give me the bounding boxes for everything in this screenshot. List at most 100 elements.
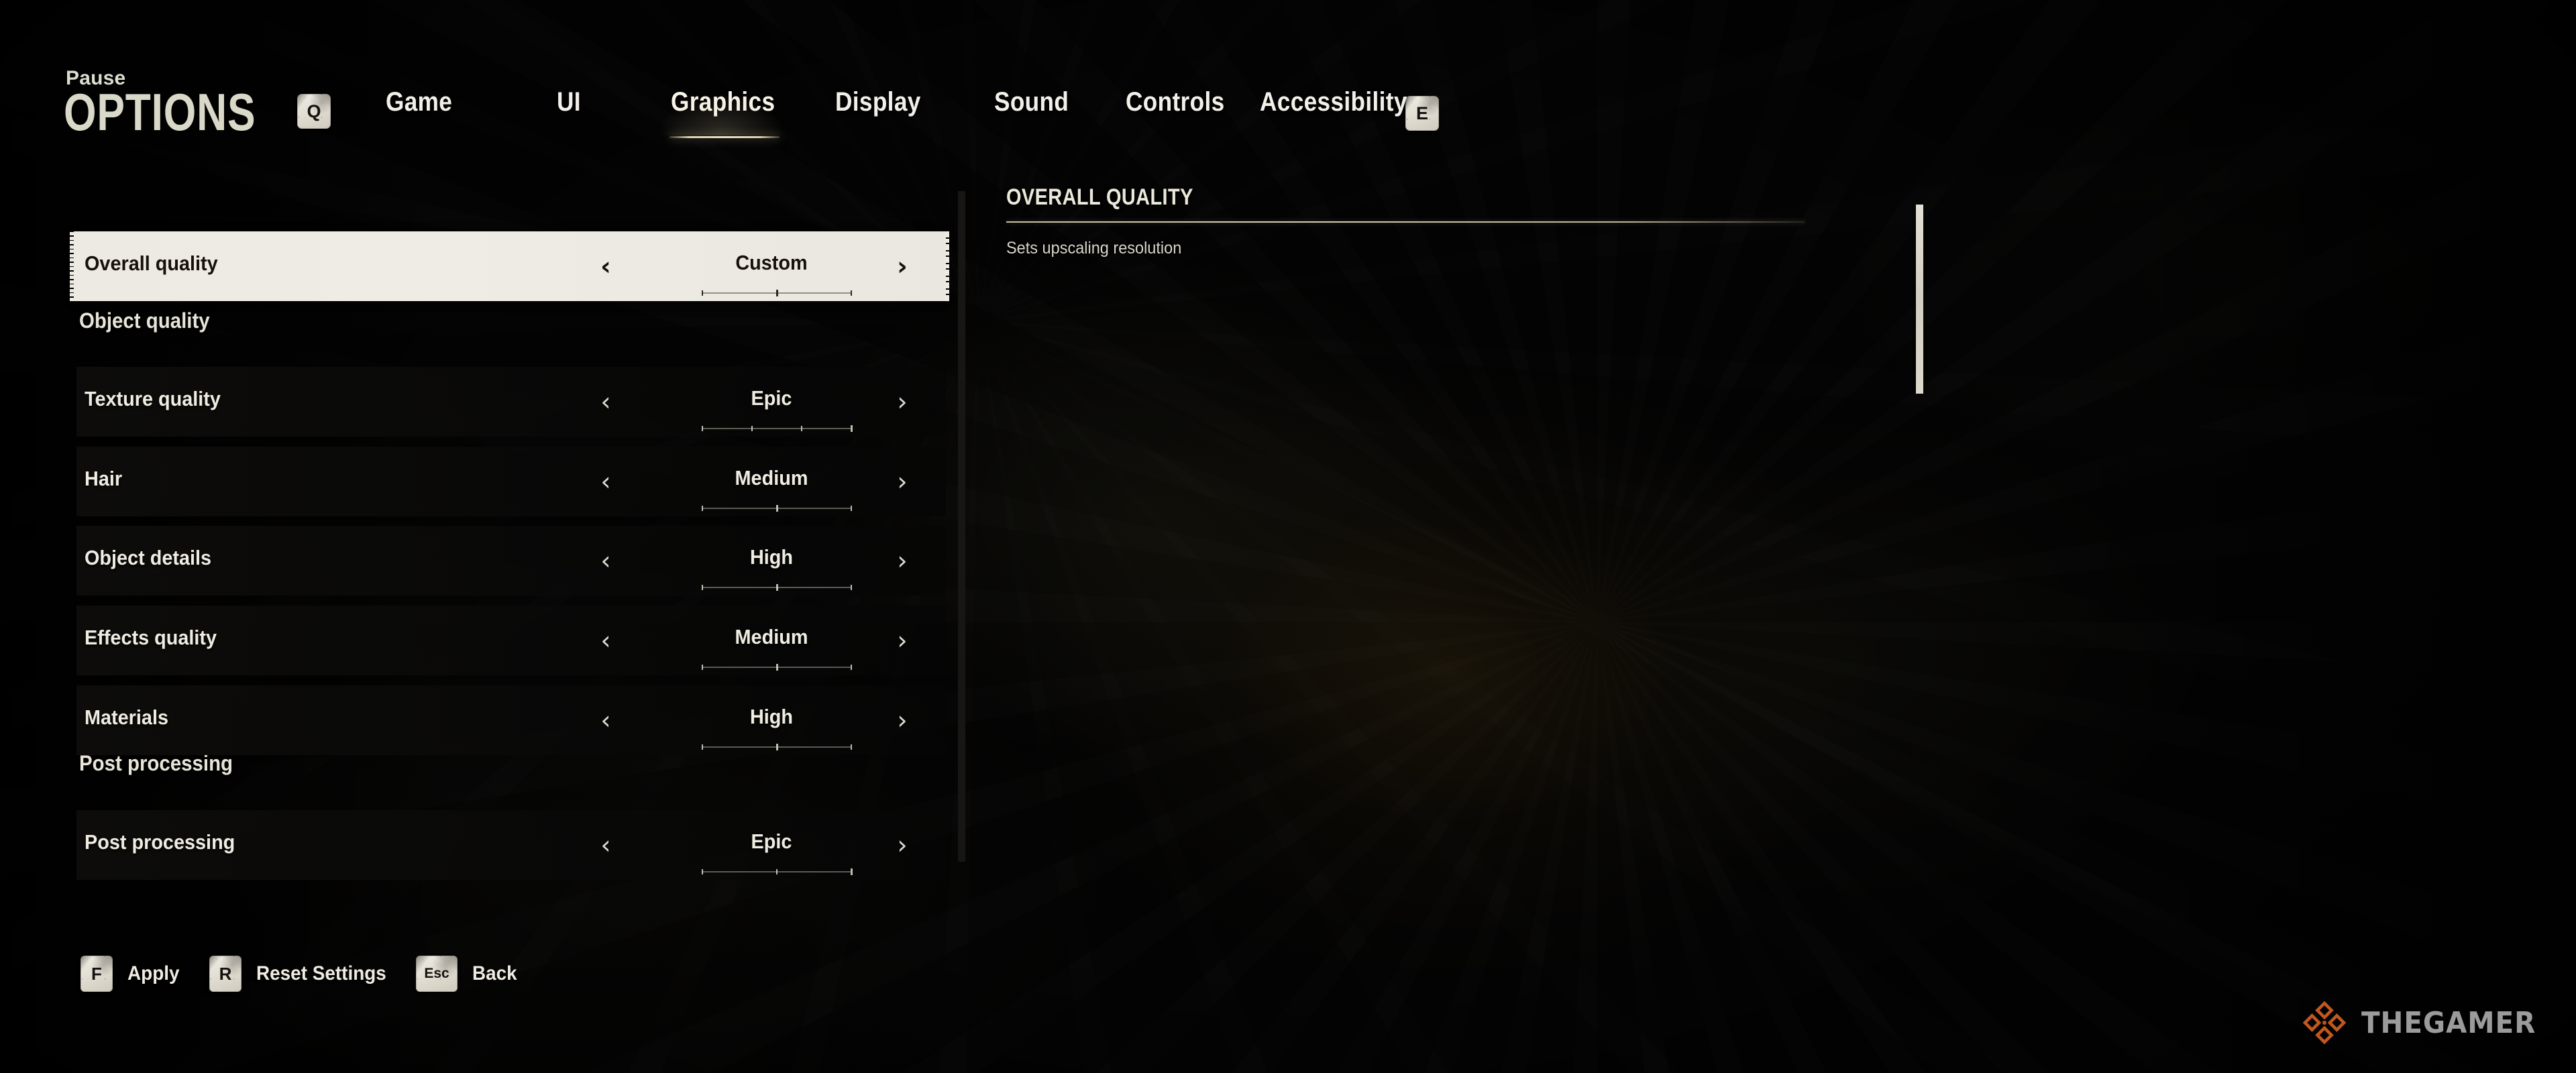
chevron-right-icon[interactable]: › <box>887 828 918 862</box>
action-apply[interactable]: F Apply <box>80 956 183 992</box>
action-reset-settings[interactable]: R Reset Settings <box>209 956 396 992</box>
chevron-right-icon[interactable]: › <box>887 703 918 738</box>
setting-value: Medium <box>735 625 808 648</box>
step-tick <box>851 744 852 750</box>
step-tick <box>751 426 753 431</box>
tab-accessibility[interactable]: Accessibility <box>1260 87 1407 117</box>
setting-row[interactable]: Post processing ‹ Epic › <box>0 810 946 880</box>
keycap-label: R <box>219 964 232 984</box>
setting-label: Overall quality <box>85 251 218 275</box>
step-tick <box>702 869 703 874</box>
setting-value: Epic <box>751 386 792 410</box>
step-tick <box>851 665 852 670</box>
setting-label: Materials <box>85 705 168 729</box>
next-tab-key-label: E <box>1415 103 1428 123</box>
description-title: OVERALL QUALITY <box>1006 184 1193 210</box>
step-indicator <box>702 744 852 750</box>
active-tab-underline <box>669 136 780 138</box>
options-screen: Pause OPTIONS Q E Game UI Graphics Display S… <box>0 0 2576 1073</box>
chevron-left-icon[interactable]: ‹ <box>590 828 621 862</box>
tab-label: UI <box>557 87 581 117</box>
step-tick <box>776 584 778 591</box>
tab-display[interactable]: Display <box>835 87 921 117</box>
settings-scrollbar-track[interactable] <box>958 191 1923 862</box>
tab-graphics[interactable]: Graphics <box>671 87 775 117</box>
setting-row[interactable]: Hair ‹ Medium › <box>0 447 946 516</box>
setting-row[interactable]: Object details ‹ High › <box>0 526 946 596</box>
tab-label: Controls <box>1126 87 1225 117</box>
step-indicator <box>702 584 852 591</box>
tab-label: Game <box>386 87 453 117</box>
description-panel: OVERALL QUALITY Sets upscaling resolutio… <box>1006 184 1892 258</box>
chevron-right-icon[interactable]: › <box>887 249 918 284</box>
step-tick <box>702 585 703 590</box>
chevron-left-icon[interactable]: ‹ <box>590 249 621 284</box>
tab-label: Accessibility <box>1260 87 1407 117</box>
chevron-right-icon[interactable]: › <box>887 543 918 578</box>
step-tick <box>702 744 703 750</box>
step-tick <box>851 290 852 296</box>
setting-value: Medium <box>735 466 808 490</box>
thegamer-logo-icon <box>2302 1001 2347 1045</box>
step-tick <box>702 426 703 431</box>
step-tick <box>776 505 778 512</box>
action-back[interactable]: Esc Back <box>416 956 521 992</box>
action-bar: F Apply R Reset Settings Esc Back <box>0 956 2576 1016</box>
tab-label: Display <box>835 87 921 117</box>
settings-list: Overall quality ‹ Custom › Object quality Tex… <box>0 191 1923 909</box>
step-track <box>702 428 851 429</box>
keycap[interactable]: Esc <box>416 956 458 992</box>
step-tick <box>776 869 777 874</box>
step-tick <box>851 506 852 511</box>
chevron-right-icon[interactable]: › <box>887 623 918 658</box>
action-label: Apply <box>127 962 180 984</box>
tab-label: Sound <box>994 87 1069 117</box>
setting-value: High <box>749 545 794 569</box>
keycap-label: Esc <box>424 966 449 981</box>
step-indicator <box>702 868 853 875</box>
chevron-left-icon[interactable]: ‹ <box>590 703 621 738</box>
step-tick <box>702 665 703 670</box>
tab-sound[interactable]: Sound <box>994 87 1069 117</box>
setting-row[interactable]: Materials ‹ High › <box>0 685 946 755</box>
chevron-left-icon[interactable]: ‹ <box>590 384 621 419</box>
step-tick <box>776 290 778 296</box>
keycap[interactable]: R <box>209 956 241 992</box>
step-indicator <box>702 425 853 432</box>
setting-value: Custom <box>735 251 808 274</box>
tab-game[interactable]: Game <box>386 87 452 117</box>
settings-section-header: Object quality <box>79 308 210 333</box>
chevron-right-icon[interactable]: › <box>887 384 918 419</box>
setting-row[interactable]: Texture quality ‹ Epic › <box>0 367 946 437</box>
chevron-left-icon[interactable]: ‹ <box>590 543 621 578</box>
keycap-label: F <box>91 964 102 984</box>
tab-controls[interactable]: Controls <box>1126 87 1225 117</box>
step-tick <box>702 506 703 511</box>
tab-label: Graphics <box>671 87 775 117</box>
step-tick <box>776 744 778 750</box>
tab-ui[interactable]: UI <box>557 87 581 117</box>
setting-value: High <box>749 705 794 728</box>
chevron-left-icon[interactable]: ‹ <box>590 464 621 499</box>
settings-scrollbar-thumb[interactable] <box>1916 205 1923 394</box>
chevron-right-icon[interactable]: › <box>887 464 918 499</box>
setting-label: Effects quality <box>85 626 217 649</box>
action-label: Back <box>472 962 517 984</box>
step-tick <box>800 426 802 431</box>
step-tick <box>851 585 852 590</box>
setting-label: Object details <box>85 546 212 569</box>
setting-row[interactable]: Effects quality ‹ Medium › <box>0 606 946 675</box>
keycap[interactable]: F <box>80 956 113 992</box>
setting-row[interactable]: Overall quality ‹ Custom › <box>0 231 949 301</box>
step-tick <box>776 664 778 671</box>
step-indicator <box>702 505 852 512</box>
prev-tab-key-label: Q <box>307 101 321 121</box>
chevron-left-icon[interactable]: ‹ <box>590 623 621 658</box>
action-label: Reset Settings <box>256 962 386 984</box>
tab-bar: Game UI Graphics Display Sound Controls Access… <box>0 0 2576 174</box>
page-header: Pause OPTIONS Q E Game UI Graphics Display S… <box>0 0 2576 174</box>
watermark: THEGAMER <box>2302 1001 2551 1045</box>
setting-label: Texture quality <box>85 387 221 410</box>
setting-label: Post processing <box>85 830 235 854</box>
watermark-text: THEGAMER <box>2361 1005 2536 1040</box>
